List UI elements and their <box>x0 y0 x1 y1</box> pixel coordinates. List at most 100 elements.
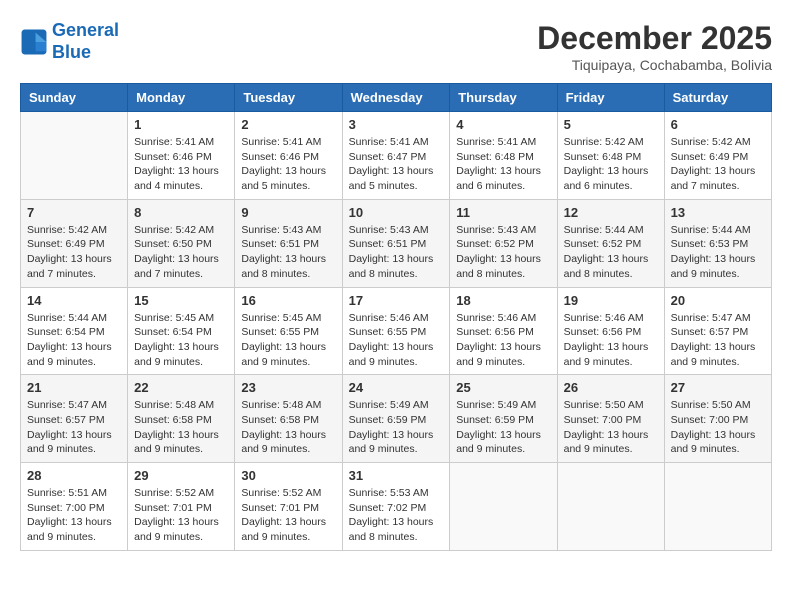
day-number: 9 <box>241 205 335 220</box>
calendar-cell: 23 Sunrise: 5:48 AMSunset: 6:58 PMDayligh… <box>235 375 342 463</box>
day-number: 30 <box>241 468 335 483</box>
day-info: Sunrise: 5:44 AMSunset: 6:54 PMDaylight:… <box>27 311 121 370</box>
calendar-cell: 16 Sunrise: 5:45 AMSunset: 6:55 PMDayligh… <box>235 287 342 375</box>
day-info: Sunrise: 5:49 AMSunset: 6:59 PMDaylight:… <box>349 398 444 457</box>
day-number: 6 <box>671 117 765 132</box>
calendar-cell: 9 Sunrise: 5:43 AMSunset: 6:51 PMDaylight… <box>235 199 342 287</box>
logo: General Blue <box>20 20 119 63</box>
day-number: 13 <box>671 205 765 220</box>
day-info: Sunrise: 5:42 AMSunset: 6:49 PMDaylight:… <box>27 223 121 282</box>
day-number: 14 <box>27 293 121 308</box>
calendar-cell <box>450 463 557 551</box>
calendar-cell: 5Sunrise: 5:42 AMSunset: 6:48 PMDaylight… <box>557 112 664 200</box>
calendar-cell: 8 Sunrise: 5:42 AMSunset: 6:50 PMDaylight… <box>128 199 235 287</box>
day-info: Sunrise: 5:41 AMSunset: 6:46 PMDaylight:… <box>134 135 228 194</box>
calendar-cell: 28Sunrise: 5:51 AMSunset: 7:00 PMDayligh… <box>21 463 128 551</box>
day-info: Sunrise: 5:50 AMSunset: 7:00 PMDaylight:… <box>564 398 658 457</box>
calendar-week-row: 14 Sunrise: 5:44 AMSunset: 6:54 PMDayligh… <box>21 287 772 375</box>
day-number: 26 <box>564 380 658 395</box>
title-block: December 2025 Tiquipaya, Cochabamba, Bol… <box>537 20 772 73</box>
day-info: Sunrise: 5:44 AMSunset: 6:53 PMDaylight:… <box>671 223 765 282</box>
day-number: 22 <box>134 380 228 395</box>
day-info: Sunrise: 5:45 AMSunset: 6:55 PMDaylight:… <box>241 311 335 370</box>
day-info: Sunrise: 5:44 AMSunset: 6:52 PMDaylight:… <box>564 223 658 282</box>
day-number: 17 <box>349 293 444 308</box>
day-number: 28 <box>27 468 121 483</box>
calendar-header-row: SundayMondayTuesdayWednesdayThursdayFrid… <box>21 84 772 112</box>
weekday-header-sunday: Sunday <box>21 84 128 112</box>
calendar-cell: 24 Sunrise: 5:49 AMSunset: 6:59 PMDayligh… <box>342 375 450 463</box>
day-number: 24 <box>349 380 444 395</box>
day-info: Sunrise: 5:41 AMSunset: 6:47 PMDaylight:… <box>349 135 444 194</box>
day-number: 3 <box>349 117 444 132</box>
day-number: 5 <box>564 117 658 132</box>
day-info: Sunrise: 5:43 AMSunset: 6:51 PMDaylight:… <box>241 223 335 282</box>
day-info: Sunrise: 5:45 AMSunset: 6:54 PMDaylight:… <box>134 311 228 370</box>
day-info: Sunrise: 5:41 AMSunset: 6:46 PMDaylight:… <box>241 135 335 194</box>
calendar-cell: 13 Sunrise: 5:44 AMSunset: 6:53 PMDayligh… <box>664 199 771 287</box>
day-info: Sunrise: 5:43 AMSunset: 6:51 PMDaylight:… <box>349 223 444 282</box>
logo-line1: General <box>52 20 119 40</box>
day-number: 29 <box>134 468 228 483</box>
logo-line2: Blue <box>52 42 91 62</box>
day-info: Sunrise: 5:46 AMSunset: 6:56 PMDaylight:… <box>564 311 658 370</box>
weekday-header-monday: Monday <box>128 84 235 112</box>
day-info: Sunrise: 5:48 AMSunset: 6:58 PMDaylight:… <box>241 398 335 457</box>
day-number: 31 <box>349 468 444 483</box>
calendar-cell: 25Sunrise: 5:49 AMSunset: 6:59 PMDayligh… <box>450 375 557 463</box>
calendar-week-row: 7 Sunrise: 5:42 AMSunset: 6:49 PMDaylight… <box>21 199 772 287</box>
calendar-cell: 21 Sunrise: 5:47 AMSunset: 6:57 PMDayligh… <box>21 375 128 463</box>
calendar-cell: 11Sunrise: 5:43 AMSunset: 6:52 PMDayligh… <box>450 199 557 287</box>
logo-icon <box>20 28 48 56</box>
day-info: Sunrise: 5:47 AMSunset: 6:57 PMDaylight:… <box>27 398 121 457</box>
day-info: Sunrise: 5:42 AMSunset: 6:49 PMDaylight:… <box>671 135 765 194</box>
calendar-cell <box>21 112 128 200</box>
day-number: 25 <box>456 380 550 395</box>
day-info: Sunrise: 5:42 AMSunset: 6:50 PMDaylight:… <box>134 223 228 282</box>
day-number: 23 <box>241 380 335 395</box>
day-number: 10 <box>349 205 444 220</box>
day-number: 12 <box>564 205 658 220</box>
day-number: 27 <box>671 380 765 395</box>
calendar-cell: 1 Sunrise: 5:41 AMSunset: 6:46 PMDaylight… <box>128 112 235 200</box>
day-number: 8 <box>134 205 228 220</box>
day-number: 19 <box>564 293 658 308</box>
calendar-cell: 12 Sunrise: 5:44 AMSunset: 6:52 PMDayligh… <box>557 199 664 287</box>
weekday-header-friday: Friday <box>557 84 664 112</box>
day-number: 1 <box>134 117 228 132</box>
day-number: 18 <box>456 293 550 308</box>
day-number: 21 <box>27 380 121 395</box>
day-info: Sunrise: 5:43 AMSunset: 6:52 PMDaylight:… <box>456 223 550 282</box>
day-info: Sunrise: 5:47 AMSunset: 6:57 PMDaylight:… <box>671 311 765 370</box>
day-number: 15 <box>134 293 228 308</box>
calendar-cell: 31Sunrise: 5:53 AMSunset: 7:02 PMDayligh… <box>342 463 450 551</box>
location: Tiquipaya, Cochabamba, Bolivia <box>537 57 772 73</box>
calendar-cell: 6 Sunrise: 5:42 AMSunset: 6:49 PMDaylight… <box>664 112 771 200</box>
calendar-week-row: 21 Sunrise: 5:47 AMSunset: 6:57 PMDayligh… <box>21 375 772 463</box>
calendar-cell: 26 Sunrise: 5:50 AMSunset: 7:00 PMDayligh… <box>557 375 664 463</box>
calendar-cell: 29 Sunrise: 5:52 AMSunset: 7:01 PMDayligh… <box>128 463 235 551</box>
day-info: Sunrise: 5:52 AMSunset: 7:01 PMDaylight:… <box>134 486 228 545</box>
calendar-cell <box>557 463 664 551</box>
month-title: December 2025 <box>537 20 772 57</box>
calendar-cell: 10 Sunrise: 5:43 AMSunset: 6:51 PMDayligh… <box>342 199 450 287</box>
logo-text: General Blue <box>52 20 119 63</box>
calendar-cell: 2Sunrise: 5:41 AMSunset: 6:46 PMDaylight… <box>235 112 342 200</box>
calendar-cell: 18Sunrise: 5:46 AMSunset: 6:56 PMDayligh… <box>450 287 557 375</box>
calendar-cell: 27 Sunrise: 5:50 AMSunset: 7:00 PMDayligh… <box>664 375 771 463</box>
calendar-cell: 15 Sunrise: 5:45 AMSunset: 6:54 PMDayligh… <box>128 287 235 375</box>
day-number: 16 <box>241 293 335 308</box>
day-info: Sunrise: 5:50 AMSunset: 7:00 PMDaylight:… <box>671 398 765 457</box>
weekday-header-wednesday: Wednesday <box>342 84 450 112</box>
calendar-week-row: 1 Sunrise: 5:41 AMSunset: 6:46 PMDaylight… <box>21 112 772 200</box>
calendar-cell: 30Sunrise: 5:52 AMSunset: 7:01 PMDayligh… <box>235 463 342 551</box>
calendar-cell <box>664 463 771 551</box>
day-info: Sunrise: 5:41 AMSunset: 6:48 PMDaylight:… <box>456 135 550 194</box>
weekday-header-tuesday: Tuesday <box>235 84 342 112</box>
weekday-header-thursday: Thursday <box>450 84 557 112</box>
calendar-table: SundayMondayTuesdayWednesdayThursdayFrid… <box>20 83 772 551</box>
calendar-cell: 17Sunrise: 5:46 AMSunset: 6:55 PMDayligh… <box>342 287 450 375</box>
weekday-header-saturday: Saturday <box>664 84 771 112</box>
calendar-cell: 20Sunrise: 5:47 AMSunset: 6:57 PMDayligh… <box>664 287 771 375</box>
day-number: 7 <box>27 205 121 220</box>
